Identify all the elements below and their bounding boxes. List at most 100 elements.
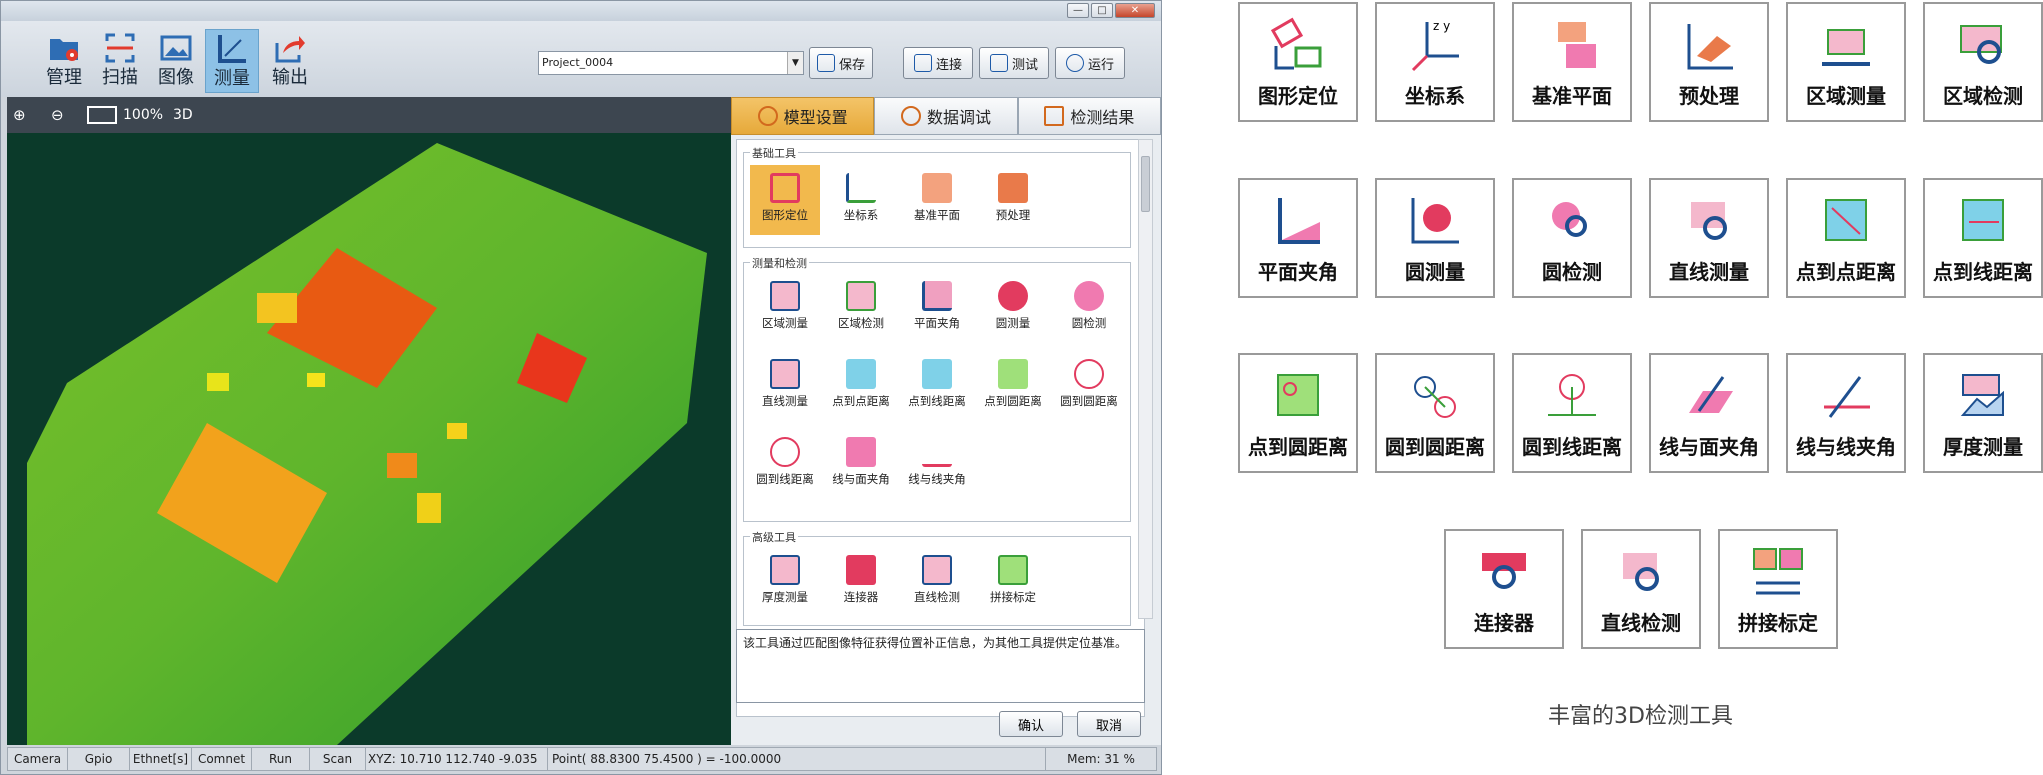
ruler-icon xyxy=(218,35,246,63)
card-coordinate: z y 坐标系 xyxy=(1375,2,1495,122)
circle-circle-icon xyxy=(1414,376,1456,418)
tool-plane-angle[interactable]: 平面夹角 xyxy=(902,273,972,343)
minimize-button[interactable]: — xyxy=(1067,3,1089,18)
tool-label: 线与线夹角 xyxy=(908,472,966,486)
line-line-icon xyxy=(1824,376,1870,418)
tool-label: 点到线距离 xyxy=(908,394,966,408)
zoom-in-icon[interactable]: ⊕ xyxy=(13,103,26,127)
tool-point-circle[interactable]: 点到圆距离 xyxy=(978,351,1048,421)
zoom-out-icon[interactable]: ⊖ xyxy=(51,103,64,127)
card-label: 圆检测 xyxy=(1542,260,1602,284)
card-label: 预处理 xyxy=(1679,84,1739,108)
card-label: 圆测量 xyxy=(1405,260,1465,284)
save-icon xyxy=(816,54,835,72)
3d-viewport[interactable] xyxy=(7,133,731,745)
tool-preprocess[interactable]: 预处理 xyxy=(978,165,1048,235)
confirm-button[interactable]: 确认 xyxy=(999,711,1063,737)
tool-label: 拼接标定 xyxy=(990,590,1036,604)
tool-area-detect[interactable]: 区域检测 xyxy=(826,273,896,343)
card-label: 图形定位 xyxy=(1258,84,1338,108)
toolbar-image-label: 图像 xyxy=(158,67,194,88)
save-button[interactable]: 保存 xyxy=(809,47,873,79)
cancel-button[interactable]: 取消 xyxy=(1077,711,1141,737)
toolbar-manage-button[interactable]: 管理 xyxy=(37,29,91,93)
tool-shape-locate[interactable]: 图形定位 xyxy=(750,165,820,235)
toolbar-scan-button[interactable]: 扫描 xyxy=(93,29,147,93)
tab-model-settings[interactable]: 模型设置 xyxy=(731,97,875,135)
tab-model-settings-label: 模型设置 xyxy=(783,108,848,127)
component xyxy=(207,373,229,391)
tab-results[interactable]: 检测结果 xyxy=(1017,97,1161,135)
app-window: — □ ✕ 管理 扫描 图像 测量 输出 Project_0004 ▼ 保存 连接… xyxy=(0,0,1162,775)
card-label: 平面夹角 xyxy=(1258,260,1338,284)
tool-label: 厚度测量 xyxy=(762,590,808,604)
card-label: 区域测量 xyxy=(1806,84,1886,108)
toolbar-measure-button[interactable]: 测量 xyxy=(205,29,259,93)
scrollbar-thumb[interactable] xyxy=(1141,156,1150,212)
point-point-icon xyxy=(846,359,876,389)
circle-detect-icon xyxy=(1552,202,1587,237)
tool-area-measure[interactable]: 区域测量 xyxy=(750,273,820,343)
tool-list-scrollbar[interactable] xyxy=(1138,139,1153,619)
tool-line-plane-angle[interactable]: 线与面夹角 xyxy=(826,429,896,499)
toolbar-export-button[interactable]: 输出 xyxy=(263,29,317,93)
tool-coordinate[interactable]: 坐标系 xyxy=(826,165,896,235)
tool-circle-circle[interactable]: 圆到圆距离 xyxy=(1054,351,1124,421)
stitch-icon xyxy=(1753,548,1803,595)
tool-base-plane[interactable]: 基准平面 xyxy=(902,165,972,235)
plane-icon xyxy=(922,173,952,203)
maximize-button[interactable]: □ xyxy=(1091,3,1113,18)
toolbar-image-button[interactable]: 图像 xyxy=(149,29,203,93)
tool-label: 圆到圆距离 xyxy=(1060,394,1118,408)
tool-line-line-angle[interactable]: 线与线夹角 xyxy=(902,429,972,499)
tab-data-debug[interactable]: 数据调试 xyxy=(874,97,1018,135)
tool-thickness[interactable]: 厚度测量 xyxy=(750,547,820,617)
status-xyz: XYZ: 10.710 112.740 -9.035 xyxy=(366,748,548,770)
run-button[interactable]: 运行 xyxy=(1055,47,1125,79)
card-area-detect: 区域检测 xyxy=(1923,2,2043,122)
point-line-icon xyxy=(1962,199,2004,241)
zoom-level[interactable]: 100% xyxy=(123,103,163,127)
card-point-circle: 点到圆距离 xyxy=(1238,353,1358,473)
run-label: 运行 xyxy=(1087,57,1114,73)
card-point-point: 点到点距离 xyxy=(1786,178,1906,298)
close-button[interactable]: ✕ xyxy=(1115,3,1155,18)
card-label: 基准平面 xyxy=(1532,84,1612,108)
card-label: 连接器 xyxy=(1474,611,1534,635)
point-circle-icon xyxy=(998,359,1028,389)
play-icon xyxy=(1065,54,1084,72)
line-line-icon xyxy=(922,437,952,467)
tool-label: 圆测量 xyxy=(995,316,1031,330)
tool-point-point[interactable]: 点到点距离 xyxy=(826,351,896,421)
tool-label: 区域检测 xyxy=(838,316,884,330)
axis-icon xyxy=(846,173,876,203)
tool-circle-detect[interactable]: 圆检测 xyxy=(1054,273,1124,343)
card-label: 点到点距离 xyxy=(1796,260,1896,284)
tool-line-detect[interactable]: 直线检测 xyxy=(902,547,972,617)
card-area-measure: 区域测量 xyxy=(1786,2,1906,122)
card-label: 点到线距离 xyxy=(1933,260,2033,284)
chevron-down-icon[interactable]: ▼ xyxy=(787,52,803,74)
connect-button[interactable]: 连接 xyxy=(903,47,973,79)
point-circle-icon xyxy=(1277,374,1319,416)
tool-label: 图形定位 xyxy=(762,208,808,222)
tool-stitch-calibrate[interactable]: 拼接标定 xyxy=(978,547,1048,617)
card-label: 拼接标定 xyxy=(1738,611,1818,635)
tool-circle-measure[interactable]: 圆测量 xyxy=(978,273,1048,343)
tool-point-line[interactable]: 点到线距离 xyxy=(902,351,972,421)
document-icon xyxy=(1044,106,1065,126)
tool-circle-line[interactable]: 圆到线距离 xyxy=(750,429,820,499)
project-select[interactable]: Project_0004 ▼ xyxy=(538,51,804,75)
group-basic: 基础工具 图形定位 坐标系 基准平面 预处理 xyxy=(743,145,1131,248)
group-basic-title: 基础工具 xyxy=(750,145,798,161)
test-button[interactable]: 测试 xyxy=(979,47,1049,79)
card-label: 直线检测 xyxy=(1601,611,1681,635)
tool-line-measure[interactable]: 直线测量 xyxy=(750,351,820,421)
checklist-icon xyxy=(989,54,1008,72)
tool-connector[interactable]: 连接器 xyxy=(826,547,896,617)
project-select-value: Project_0004 xyxy=(542,56,614,69)
fit-view-icon[interactable] xyxy=(87,106,117,124)
status-point: Point( 88.8300 75.4500 ) = -100.0000 xyxy=(548,748,1046,770)
status-memory: Mem: 31 % xyxy=(1067,752,1135,766)
view-3d-toggle[interactable]: 3D xyxy=(173,103,193,127)
